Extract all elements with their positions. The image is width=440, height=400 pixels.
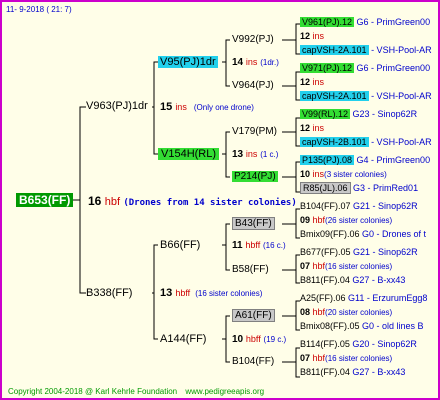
g4-drone-sire[interactable]: V971(PJ).12 G6 - PrimGreen00 [300,63,430,73]
g4-queen[interactable]: B811(FF).04 G27 - B-xx43 [300,276,405,285]
g3-queen[interactable]: V964(PJ) [232,81,274,91]
dam-sire-info: 11 hbff (16 c.) [232,240,286,251]
pedigree-chart: 11- 9-2018 ( 21: 7) B653(FF) 16 hbf (Dro… [0,0,440,400]
g3-queen[interactable]: B43(FF) [232,217,275,230]
g4-drone-sire[interactable]: B677(FF).05 G21 - Sinop62R [300,248,418,257]
sire-dam-name: V154H(RL) [158,148,220,160]
root-num: 16 [88,194,102,208]
g4-info: 12 ins [300,77,325,87]
sire-unit: ins [175,102,187,112]
dam-num: 13 [160,287,173,299]
sire-dam-queen[interactable]: V154H(RL) [158,148,220,160]
g4-info: 10 ins(3 sister colonies) [300,169,387,179]
g4-queen[interactable]: capVSH-2A.101 - VSH-Pool-AR [300,45,432,55]
g4-drone-sire[interactable]: B104(FF).07 G21 - Sinop62R [300,202,418,211]
g4-info: 09 hbf(26 sister colonies) [300,215,393,225]
site-link: www.pedigreeapis.org [185,387,265,396]
sire-num: 15 [160,101,173,113]
g4-info: 12 ins [300,123,325,133]
sire-sire-queen[interactable]: V95(PJ)1dr [158,56,218,68]
g4-queen[interactable]: B811(FF).04 G27 - B-xx43 [300,368,405,377]
dam-dam-queen[interactable]: A144(FF) [160,334,206,345]
g3-queen[interactable]: V179(PM) [232,127,277,137]
g4-info: 12 ins [300,31,325,41]
g4-info: 08 hbf(20 sister colonies) [300,307,393,317]
g4-drone-sire[interactable]: P135(PJ).08 G4 - PrimGreen00 [300,155,430,165]
dam-comment: (16 sister colonies) [195,289,263,298]
g3-queen[interactable]: V992(PJ) [232,35,274,45]
copyright-text: Copyright 2004-2018 @ Karl Kehrle Founda… [8,387,178,396]
g3-queen[interactable]: A61(FF) [232,309,275,322]
g4-queen[interactable]: capVSH-2B.101 - VSH-Pool-AR [300,137,432,147]
dam-dam-info: 10 hbff (19 c.) [232,334,287,345]
root-queen-name: B653(FF) [16,193,74,207]
sire-sire-name: V95(PJ)1dr [158,56,218,68]
date-stamp: 11- 9-2018 ( 21: 7) [6,5,72,14]
g3-queen[interactable]: P214(PJ) [232,171,278,182]
sire-sire-info: 14 ins (1dr.) [232,57,279,68]
root-comment: (Drones from 14 sister colonies) [123,198,297,208]
sire-comment: (Only one drone) [193,103,254,112]
sire-info: 15 ins (Only one drone) [160,102,254,113]
root-info: 16 hbf (Drones from 14 sister colonies) [88,195,297,208]
g4-drone-sire[interactable]: V961(PJ).12 G6 - PrimGreen00 [300,17,430,27]
g4-drone-sire[interactable]: B114(FF).05 G20 - Sinop62R [300,340,417,349]
g4-queen[interactable]: capVSH-2A.101 - VSH-Pool-AR [300,91,432,101]
g4-info: 07 hbf(16 sister colonies) [300,353,393,363]
dam-info: 13 hbff (16 sister colonies) [160,288,262,299]
g4-drone-sire[interactable]: A25(FF).06 G11 - ErzurumEgg8 [300,294,427,303]
dam-queen[interactable]: B338(FF) [86,288,132,299]
g4-queen[interactable]: Bmix08(FF).05 G0 - old lines B [300,322,424,331]
root-unit: hbf [104,196,120,208]
g4-drone-sire[interactable]: V99(RL).12 G23 - Sinop62R [300,109,417,119]
g3-queen[interactable]: B104(FF) [232,357,274,367]
g4-info: 07 hbf(16 sister colonies) [300,261,393,271]
g3-queen[interactable]: B58(FF) [232,265,269,275]
g4-queen[interactable]: Bmix09(FF).06 G0 - Drones of t [300,230,426,239]
root-queen[interactable]: B653(FF) [16,193,74,207]
sire-queen[interactable]: V963(PJ)1dr [86,101,148,112]
g4-queen[interactable]: R85(JL).06 G3 - PrimRed01 [300,182,418,194]
sire-dam-info: 13 ins (1 c.) [232,149,279,160]
dam-unit: hbff [175,288,191,298]
footer: Copyright 2004-2018 @ Karl Kehrle Founda… [8,388,264,396]
dam-sire-queen[interactable]: B66(FF) [160,240,200,251]
